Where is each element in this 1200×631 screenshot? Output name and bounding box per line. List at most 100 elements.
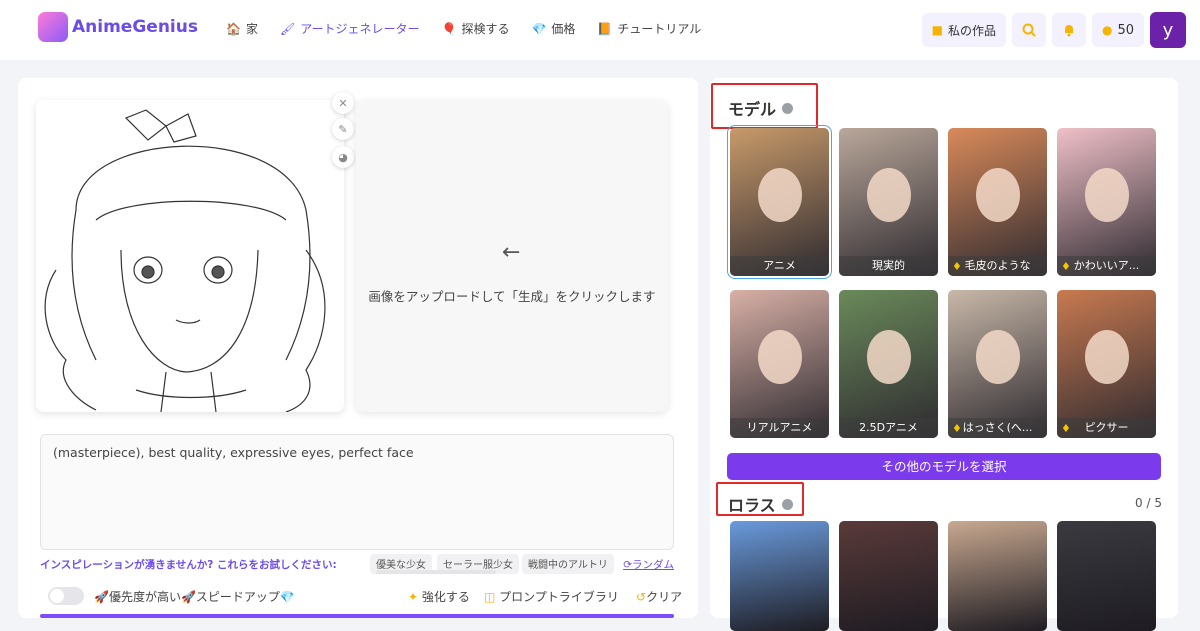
lora-card[interactable] — [1057, 521, 1156, 631]
enhance-button[interactable]: ✦ 強化する — [408, 588, 470, 605]
logo-icon — [38, 12, 68, 42]
model-card[interactable]: はっさく(へ... ♦ — [948, 290, 1047, 438]
upload-hint: 画像をアップロードして「生成」をクリックします — [368, 289, 656, 304]
home-icon: 🏠 — [226, 21, 241, 36]
model-label: ピクサー — [1057, 418, 1156, 438]
nav-item-art-generator[interactable]: 🖌 アートジェネレーター — [280, 20, 420, 37]
lora-card[interactable] — [730, 521, 829, 631]
notifications-button[interactable] — [1051, 13, 1086, 47]
my-works-button[interactable]: ■ 私の作品 — [921, 13, 1006, 47]
annotation-highlight-lora — [716, 482, 804, 516]
main-nav: 🏠 家 🖌 アートジェネレーター 🎈 探検する 💎 価格 📙 チュートリアル — [226, 20, 701, 37]
model-label: 毛皮のような — [948, 256, 1047, 276]
model-thumbnail — [758, 168, 802, 222]
diamond-icon: 💎 — [531, 21, 547, 36]
settings-panel: モデル アニメ 現実的 毛皮のような ♦ かわいいア... ♦ リアルアニメ 2.5Dアニメは… — [710, 78, 1178, 631]
nav-item-pricing[interactable]: 💎 価格 — [531, 20, 575, 37]
palette-button[interactable]: ◕ — [332, 146, 354, 168]
nav-item-label: 価格 — [551, 22, 576, 36]
top-bar: AnimeGenius 🏠 家 🖌 アートジェネレーター 🎈 探検する 💎 価格… — [0, 0, 1200, 60]
bell-icon — [1064, 25, 1073, 37]
arrow-left-icon: ← — [502, 240, 521, 265]
model-label: アニメ — [730, 256, 829, 276]
lora-count: 0 / 5 — [1135, 496, 1162, 510]
model-card[interactable]: 2.5Dアニメ — [839, 290, 938, 438]
uploaded-sketch-image — [36, 100, 344, 412]
lora-card[interactable] — [948, 521, 1047, 631]
priority-toggle[interactable] — [48, 587, 84, 605]
sparkle-icon: ✦ — [408, 590, 419, 604]
model-card[interactable]: 現実的 — [839, 128, 938, 276]
editor-panel: ✕ ✎ ◕ ← 画像をアップロードして「生成」をクリックします (masterp… — [18, 78, 698, 618]
edit-button[interactable]: ✎ — [332, 118, 354, 140]
random-label: ランダム — [632, 559, 674, 571]
model-thumbnail — [867, 330, 911, 384]
inspiration-row: インスピレーションが湧きませんか? これらをお試しください: 優美な少女 セーラ… — [40, 554, 674, 574]
model-card[interactable]: ピクサー ♦ — [1057, 290, 1156, 438]
clear-button[interactable]: ↺クリア — [636, 588, 682, 605]
premium-diamond-icon: ♦ — [1061, 260, 1071, 273]
balloon-icon: 🎈 — [441, 21, 457, 36]
model-thumbnail — [976, 168, 1020, 222]
refresh-icon: ⟳ — [623, 559, 632, 571]
brush-icon: 🖌 — [279, 21, 296, 36]
folder-icon: ■ — [931, 23, 943, 37]
model-card[interactable]: かわいいア... ♦ — [1057, 128, 1156, 276]
prompt-library-button[interactable]: ◫ プロンプトライブラリ — [484, 588, 619, 605]
search-button[interactable] — [1011, 13, 1046, 47]
diamond-icon: 💎 — [279, 590, 295, 604]
model-label: リアルアニメ — [730, 418, 829, 438]
credits-count: 50 — [1117, 22, 1134, 38]
logo[interactable]: AnimeGenius — [38, 12, 198, 42]
generate-button[interactable] — [40, 614, 674, 618]
header-actions: ■ 私の作品 ● 50 y — [921, 12, 1186, 48]
toggle-knob — [50, 589, 64, 603]
avatar[interactable]: y — [1150, 12, 1186, 48]
nav-item-label: 探検する — [461, 22, 510, 36]
model-thumbnail — [976, 330, 1020, 384]
model-label: 2.5Dアニメ — [839, 418, 938, 438]
suggestions-scrollbar[interactable] — [376, 570, 496, 574]
priority-label: 🚀優先度が高い🚀スピードアップ💎 — [94, 590, 295, 604]
nav-item-home[interactable]: 🏠 家 — [226, 20, 258, 37]
suggestion-chip[interactable]: 戦闘中のアルトリ — [522, 554, 614, 574]
credits-button[interactable]: ● 50 — [1091, 13, 1144, 47]
model-thumbnail — [1085, 330, 1129, 384]
model-thumbnail — [758, 330, 802, 384]
close-button[interactable]: ✕ — [332, 92, 354, 114]
annotation-highlight-models — [711, 83, 818, 129]
my-works-label: 私の作品 — [947, 23, 996, 38]
model-thumbnail — [867, 168, 911, 222]
model-label: かわいいア... — [1057, 256, 1156, 276]
premium-diamond-icon: ♦ — [952, 422, 962, 435]
book-icon: 📙 — [597, 21, 613, 36]
nav-item-explore[interactable]: 🎈 探検する — [441, 20, 509, 37]
options-row: 🚀優先度が高い🚀スピードアップ💎 ✦ 強化する ◫ プロンプトライブラリ ↺クリ… — [48, 586, 682, 606]
inspiration-label: インスピレーションが湧きませんか? これらをお試しください: — [40, 559, 337, 571]
model-card[interactable]: リアルアニメ — [730, 290, 829, 438]
premium-diamond-icon: ♦ — [1061, 422, 1071, 435]
model-card[interactable]: 毛皮のような ♦ — [948, 128, 1047, 276]
result-placeholder[interactable]: ← 画像をアップロードして「生成」をクリックします — [356, 100, 668, 412]
model-thumbnail — [1085, 168, 1129, 222]
model-label: はっさく(へ... — [948, 418, 1047, 438]
select-more-models-button[interactable]: その他のモデルを選択 — [727, 453, 1161, 480]
nav-item-label: チュートリアル — [617, 22, 702, 36]
model-label: 現実的 — [839, 256, 938, 276]
nav-item-tutorial[interactable]: 📙 チュートリアル — [597, 20, 701, 37]
premium-diamond-icon: ♦ — [952, 260, 962, 273]
prompt-input[interactable]: (masterpiece), best quality, expressive … — [40, 434, 674, 550]
close-icon: ✕ — [338, 96, 348, 110]
coin-icon: ● — [1101, 23, 1113, 37]
logo-text: AnimeGenius — [72, 17, 198, 37]
search-icon — [1022, 23, 1036, 37]
clear-icon: ↺ — [636, 590, 647, 604]
model-card[interactable]: アニメ — [727, 125, 832, 279]
palette-icon: ◕ — [338, 150, 348, 164]
lora-card[interactable] — [839, 521, 938, 631]
sketch-drawing — [36, 100, 344, 412]
nav-item-label: 家 — [245, 22, 258, 36]
book-open-icon: ◫ — [484, 590, 496, 604]
random-button[interactable]: ⟳ランダム — [623, 557, 674, 572]
prompt-text: (masterpiece), best quality, expressive … — [53, 445, 414, 460]
